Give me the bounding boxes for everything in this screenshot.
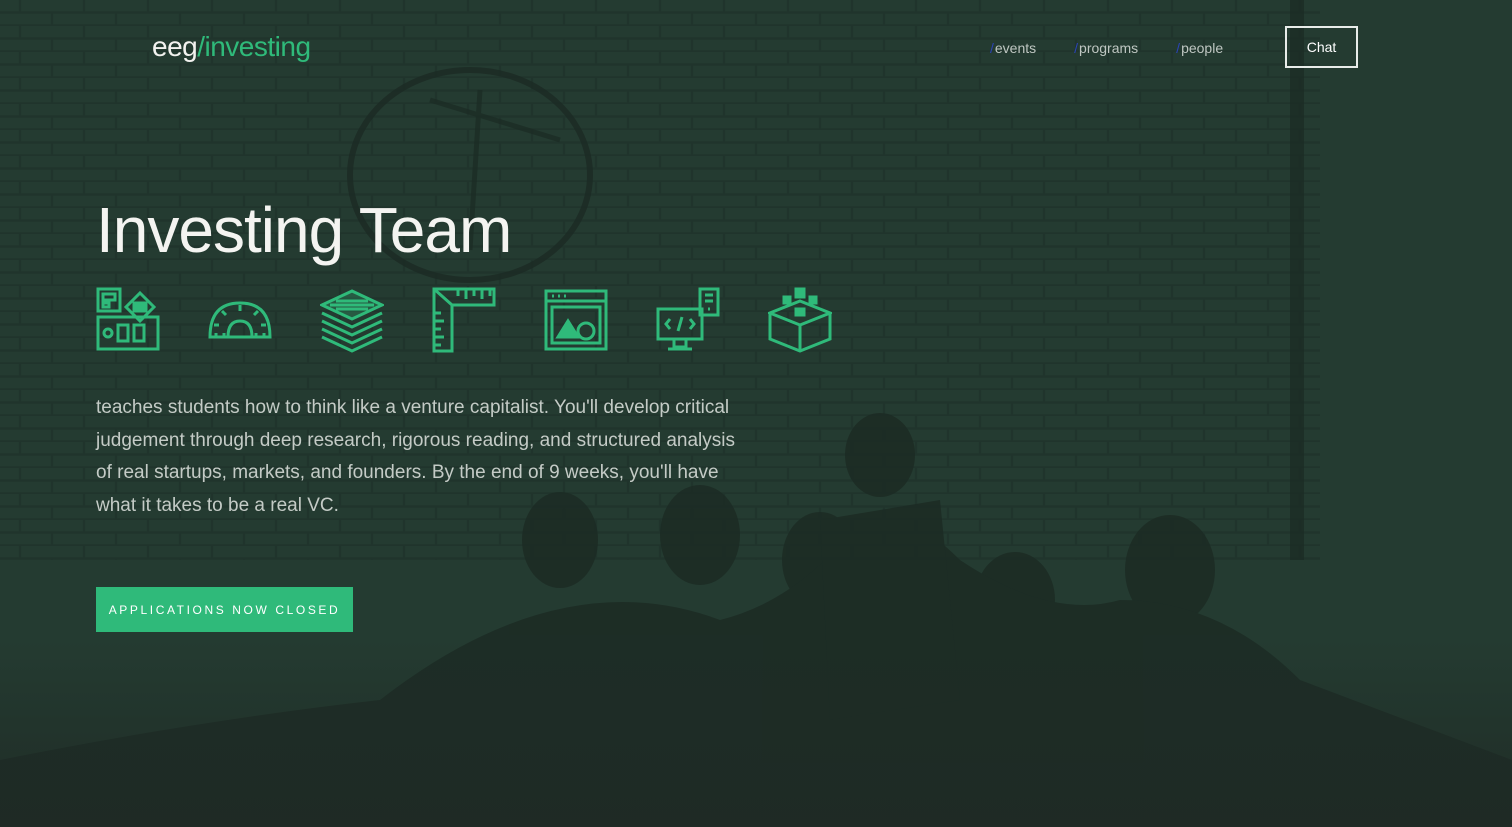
nav-link-label: events <box>994 40 1037 56</box>
page-title: Investing Team <box>96 194 512 266</box>
nav-link-programs[interactable]: /programs <box>1074 38 1138 58</box>
logo-slash: / <box>197 31 205 62</box>
nav-links: /events /programs /people <box>990 38 1223 58</box>
nav-link-label: people <box>1181 40 1224 56</box>
nav-link-label: programs <box>1079 40 1139 56</box>
dashboard-icon <box>96 287 160 353</box>
protractor-icon <box>208 287 272 353</box>
cube-icon <box>768 287 832 353</box>
nav-link-people[interactable]: /people <box>1176 38 1223 58</box>
program-description: teaches students how to think like a ven… <box>96 397 735 516</box>
program-icons-row <box>96 287 832 353</box>
logo-suffix: investing <box>204 31 312 62</box>
logo-prefix: eeg <box>152 31 198 62</box>
stack-layers-icon <box>320 287 384 353</box>
site-logo[interactable]: eeg/investing <box>152 30 311 64</box>
top-navigation: eeg/investing /events /programs /people … <box>0 0 1512 96</box>
applications-closed-button[interactable]: APPLICATIONS NOW CLOSED <box>96 587 353 632</box>
code-monitor-icon <box>656 287 720 353</box>
chat-button[interactable]: Chat <box>1285 26 1358 68</box>
nav-link-slash: / <box>1176 40 1181 56</box>
ruler-icon <box>432 287 496 353</box>
browser-window-icon <box>544 287 608 353</box>
nav-link-events[interactable]: /events <box>990 38 1036 58</box>
nav-link-slash: / <box>990 40 994 56</box>
hero-section: eeg/investing /events /programs /people … <box>0 0 1512 827</box>
nav-link-slash: / <box>1074 40 1079 56</box>
